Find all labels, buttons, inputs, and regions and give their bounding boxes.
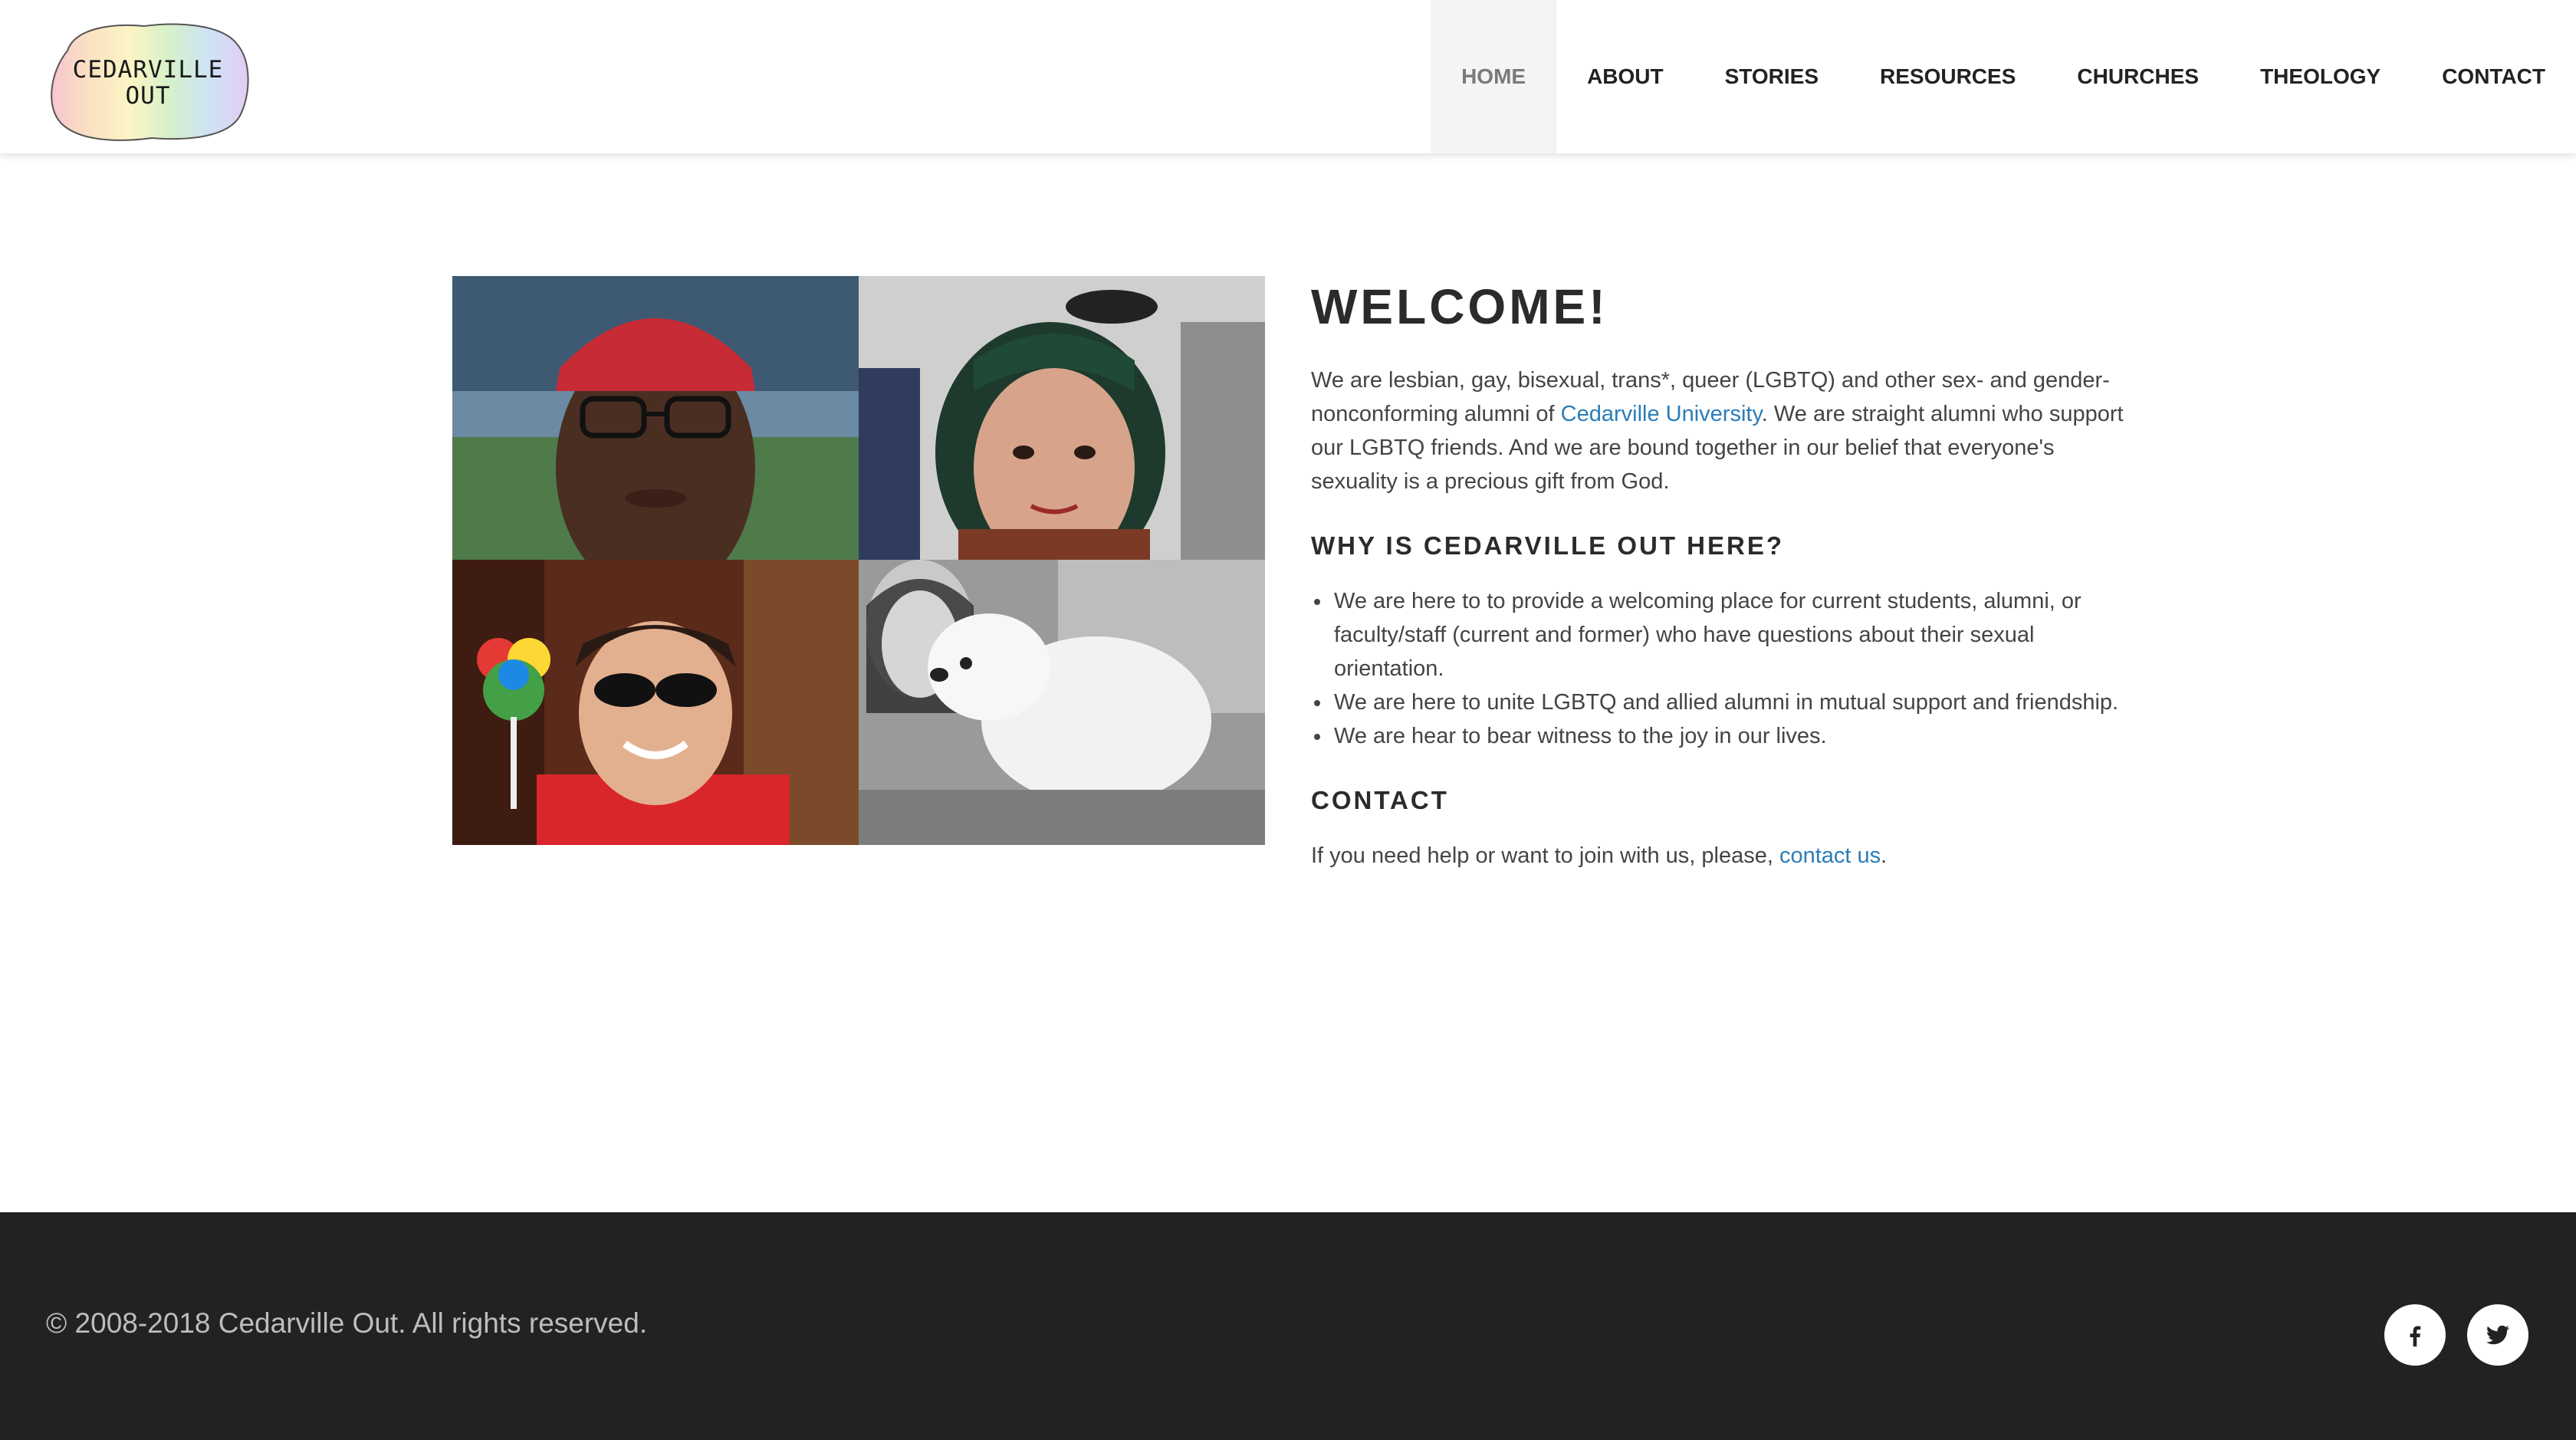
twitter-icon [2486,1325,2509,1345]
contact-text: If you need help or want to join with us… [1311,843,1779,868]
list-item: We are hear to bear witness to the joy i… [1311,719,2147,753]
photo-person-sunglasses-lollipop [452,560,859,845]
logo-text: CEDARVILLE OUT [44,57,251,109]
nav-stories[interactable]: STORIES [1694,0,1849,153]
site-logo[interactable]: CEDARVILLE OUT [44,20,251,144]
list-item: We are here to unite LGBTQ and allied al… [1311,685,2147,719]
logo-line-1: CEDARVILLE [72,56,224,84]
photo-man-red-cap [452,276,859,560]
why-heading: WHY IS CEDARVILLE OUT HERE? [1311,531,1784,560]
main-nav: HOME ABOUT STORIES RESOURCES CHURCHES TH… [1431,0,2576,153]
photo-collage [452,276,1265,845]
photo-woman-green-hair [859,276,1265,560]
welcome-content: WELCOME! We are lesbian, gay, bisexual, … [1311,276,2147,873]
nav-contact[interactable]: CONTACT [2411,0,2576,153]
page-title: WELCOME! [1311,279,1608,334]
facebook-icon [2410,1326,2421,1346]
contact-end: . [1881,843,1888,868]
nav-resources[interactable]: RESOURCES [1849,0,2046,153]
logo-line-2: OUT [125,82,171,110]
contact-heading: CONTACT [1311,786,1449,814]
nav-about[interactable]: ABOUT [1556,0,1694,153]
nav-theology[interactable]: THEOLOGY [2229,0,2411,153]
site-header: CEDARVILLE OUT HOME ABOUT STORIES RESOUR… [0,0,2576,153]
photo-man-with-dog [859,560,1265,845]
nav-home[interactable]: HOME [1431,0,1557,153]
copyright-text: © 2008-2018 Cedarville Out. All rights r… [46,1307,648,1339]
nav-churches[interactable]: CHURCHES [2046,0,2229,153]
reasons-list: We are here to to provide a welcoming pl… [1311,584,2147,753]
cedarville-university-link[interactable]: Cedarville University [1561,402,1762,426]
twitter-button[interactable] [2467,1304,2528,1366]
facebook-button[interactable] [2384,1304,2446,1366]
intro-paragraph: We are lesbian, gay, bisexual, trans*, q… [1311,363,2147,498]
site-footer: © 2008-2018 Cedarville Out. All rights r… [0,1212,2576,1440]
contact-us-link[interactable]: contact us [1779,843,1881,868]
list-item: We are here to to provide a welcoming pl… [1311,584,2147,685]
contact-paragraph: If you need help or want to join with us… [1311,839,2147,873]
